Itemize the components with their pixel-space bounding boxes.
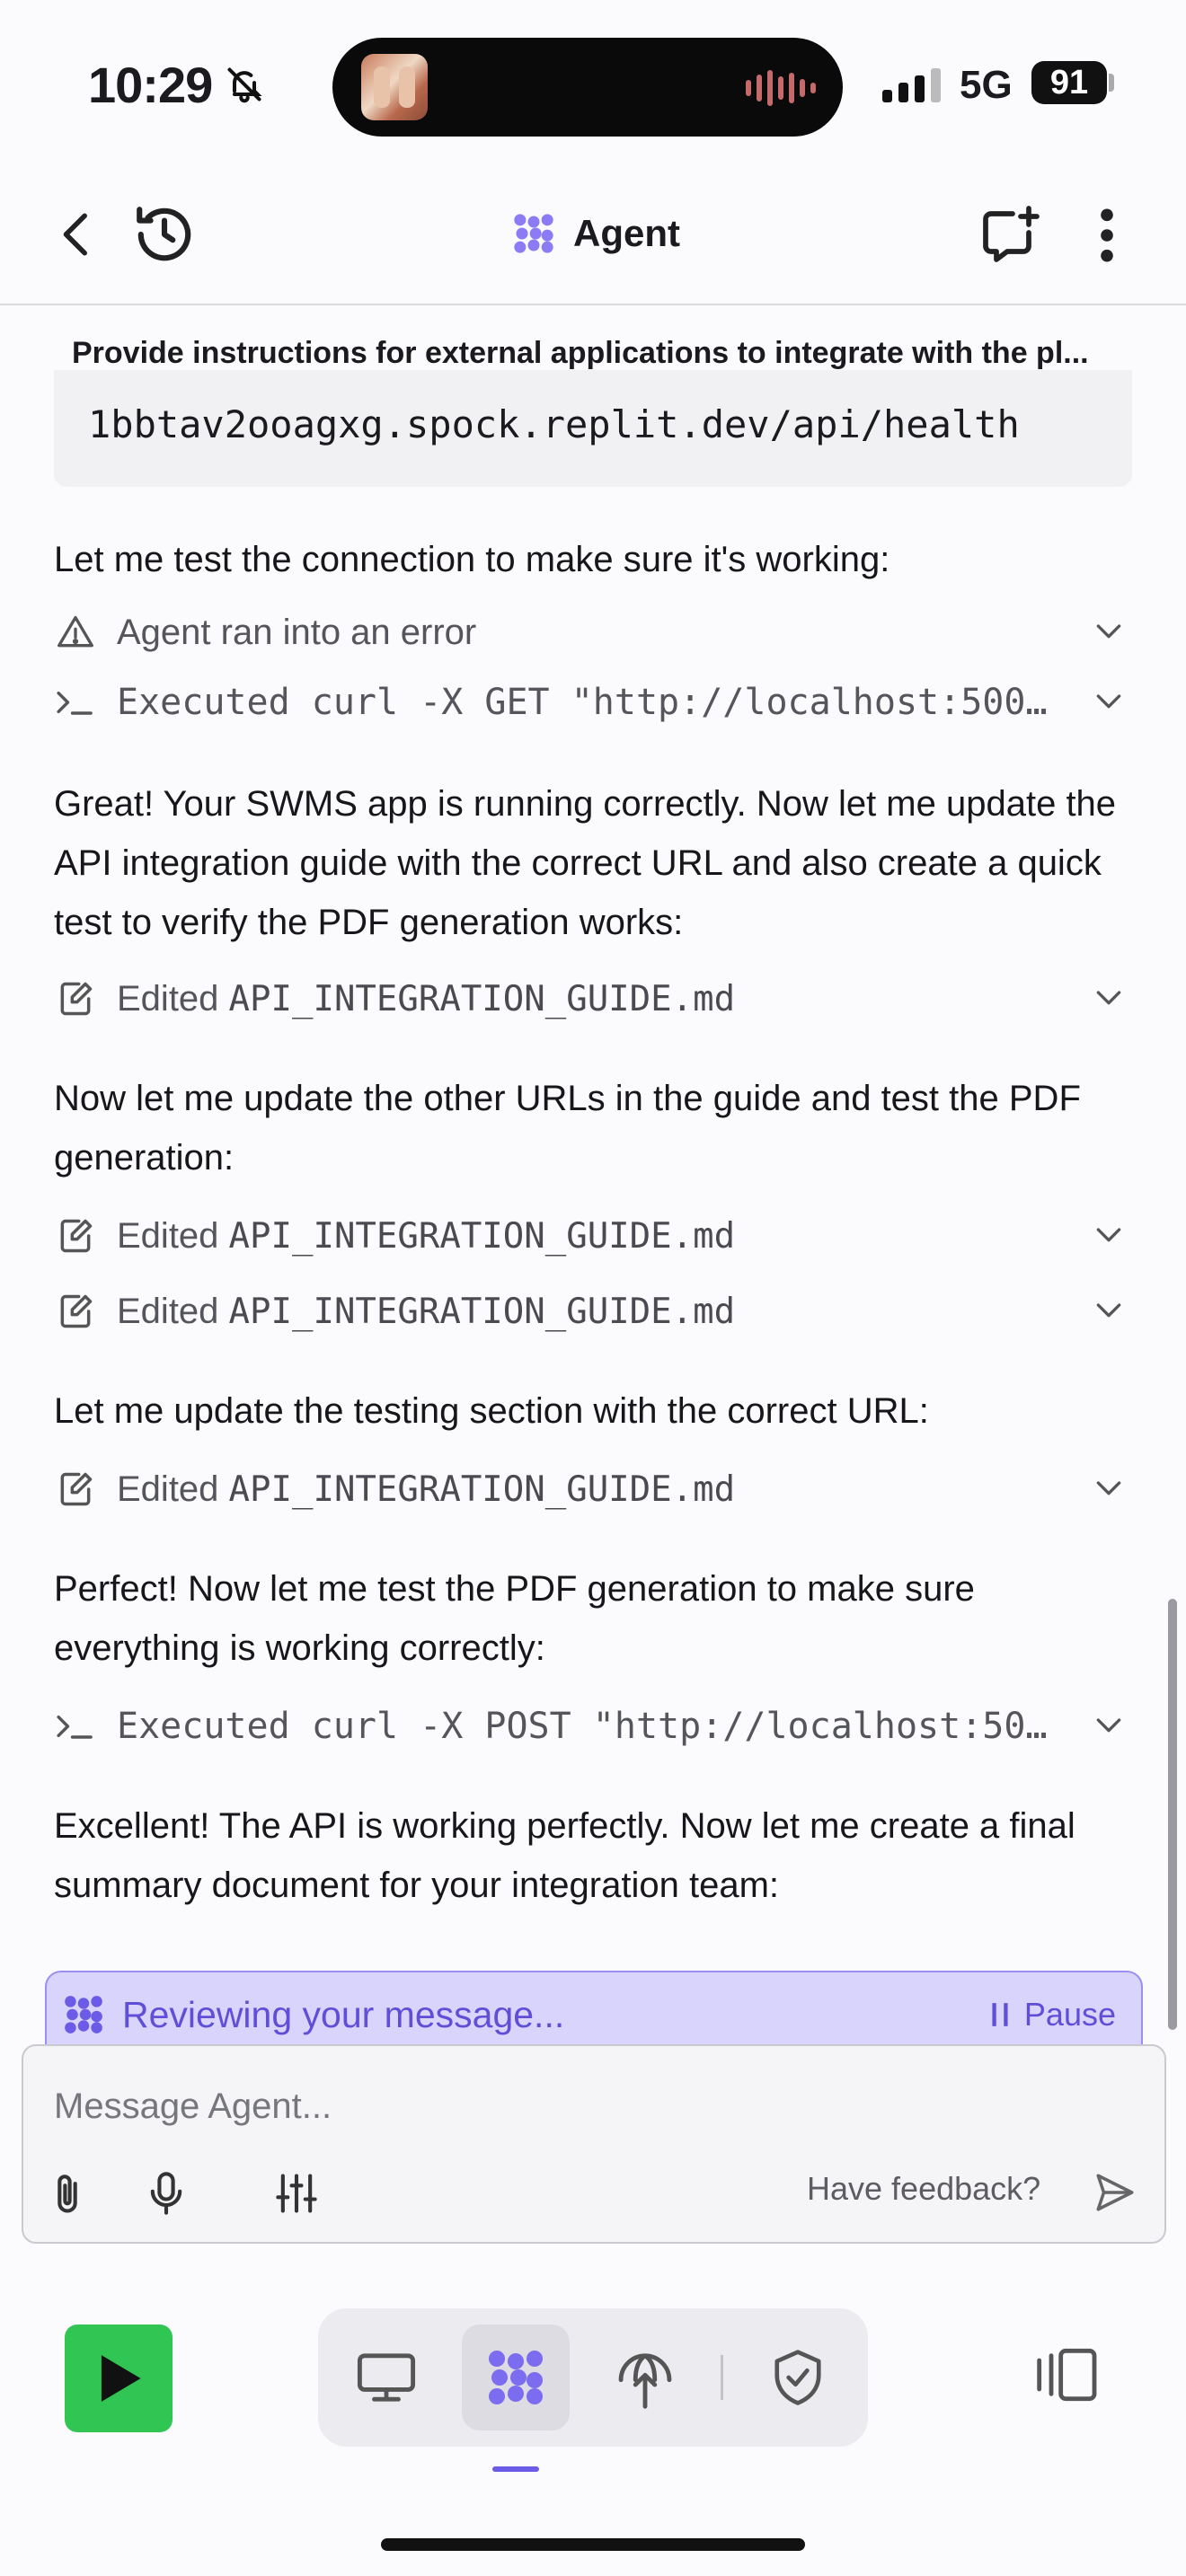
more-options-button[interactable] [1091, 205, 1123, 266]
chat-scrollbar[interactable] [1168, 1599, 1177, 2030]
agent-logo-icon [61, 1992, 106, 2037]
network-label: 5G [960, 63, 1013, 107]
history-button[interactable] [131, 201, 198, 268]
error-row-label: Agent ran into an error [117, 612, 477, 652]
audio-wave-icon [746, 70, 816, 106]
play-icon [93, 2351, 144, 2405]
chevron-down-icon [1091, 979, 1127, 1015]
edit-file-icon [54, 977, 97, 1020]
page-title-text: Agent [573, 212, 680, 254]
message-composer: Have feedback? [22, 2044, 1166, 2244]
page-title[interactable]: Agent [510, 210, 680, 257]
agent-logo-icon [510, 210, 557, 257]
header-divider [0, 304, 1186, 305]
executed-command-label: Executed curl -X GET "http://localhost:5… [117, 682, 1051, 723]
executed-command-row[interactable]: Executed curl -X GET "http://localhost:5… [54, 675, 1132, 729]
status-time: 10:29 [88, 57, 213, 113]
pause-button[interactable]: Pause [990, 1996, 1116, 2033]
warning-icon [54, 611, 97, 654]
home-indicator[interactable] [381, 2538, 805, 2551]
feedback-link[interactable]: Have feedback? [807, 2170, 1040, 2208]
agent-message: Great! Your SWMS app is running correctl… [54, 784, 1117, 942]
dock-divider [721, 2355, 723, 2400]
send-button[interactable] [1093, 2170, 1137, 2215]
context-title: Provide instructions for external applic… [72, 336, 1089, 370]
layout-toggle-button[interactable] [1031, 2346, 1100, 2404]
battery-indicator: 91 [1031, 61, 1107, 104]
chevron-down-icon [1091, 613, 1127, 648]
security-tab[interactable] [744, 2325, 852, 2430]
reviewing-label: Reviewing your message... [122, 1994, 565, 2035]
edit-file-icon [54, 1214, 97, 1257]
chevron-down-icon [1091, 683, 1127, 719]
executed-command-label: Executed curl -X POST "http://localhost:… [117, 1706, 1051, 1747]
new-chat-button[interactable] [978, 203, 1042, 268]
edited-prefix: Edited [117, 1215, 219, 1256]
edited-filename: API_INTEGRATION_GUIDE.md [228, 1291, 736, 1332]
edited-file-row[interactable]: Edited API_INTEGRATION_GUIDE.md [54, 1462, 1132, 1516]
code-block: 1bbtav2ooagxg.spock.replit.dev/api/healt… [54, 370, 1132, 487]
edit-file-icon [54, 1290, 97, 1333]
pause-icon [990, 2001, 1010, 2028]
executed-command-row[interactable]: Executed curl -X POST "http://localhost:… [54, 1699, 1132, 1753]
microphone-button[interactable] [146, 2170, 187, 2217]
workspace-dock [318, 2308, 868, 2447]
dynamic-island[interactable] [332, 38, 843, 137]
edit-file-icon [54, 1468, 97, 1511]
deploy-tab[interactable] [591, 2325, 699, 2430]
chevron-down-icon [1091, 1707, 1127, 1742]
edited-prefix: Edited [117, 978, 219, 1019]
run-button[interactable] [65, 2325, 173, 2432]
now-playing-thumbnail [361, 54, 428, 120]
error-row[interactable]: Agent ran into an error [54, 605, 1132, 659]
back-button[interactable] [56, 208, 97, 260]
agent-tab[interactable] [462, 2325, 570, 2430]
signal-icon [882, 68, 941, 102]
agent-message: Let me test the connection to make sure … [54, 540, 890, 579]
message-input[interactable] [52, 2078, 1134, 2134]
terminal-icon [54, 1705, 97, 1748]
chevron-down-icon [1091, 1469, 1127, 1505]
edited-prefix: Edited [117, 1291, 219, 1331]
code-line: 1bbtav2ooagxg.spock.replit.dev/api/healt… [88, 402, 1020, 446]
terminal-icon [54, 681, 97, 724]
edited-file-row[interactable]: Edited API_INTEGRATION_GUIDE.md [54, 972, 1132, 1026]
preview-tab[interactable] [332, 2325, 440, 2430]
chevron-down-icon [1091, 1216, 1127, 1252]
pause-label: Pause [1023, 1996, 1116, 2033]
attach-button[interactable] [47, 2170, 88, 2217]
chevron-down-icon [1091, 1292, 1127, 1328]
battery-tip [1109, 74, 1114, 92]
edited-filename: API_INTEGRATION_GUIDE.md [228, 978, 736, 1019]
edited-filename: API_INTEGRATION_GUIDE.md [228, 1215, 736, 1257]
silent-bell-icon [225, 65, 264, 104]
agent-message: Now let me update the other URLs in the … [54, 1079, 1081, 1178]
settings-sliders-button[interactable] [273, 2170, 320, 2217]
active-tab-indicator [492, 2466, 539, 2472]
agent-message: Excellent! The API is working perfectly.… [54, 1806, 1075, 1905]
agent-message: Perfect! Now let me test the PDF generat… [54, 1569, 975, 1668]
edited-file-row[interactable]: Edited API_INTEGRATION_GUIDE.md [54, 1209, 1132, 1263]
edited-prefix: Edited [117, 1469, 219, 1509]
edited-filename: API_INTEGRATION_GUIDE.md [228, 1469, 736, 1510]
edited-file-row[interactable]: Edited API_INTEGRATION_GUIDE.md [54, 1284, 1132, 1338]
agent-message: Let me update the testing section with t… [54, 1391, 929, 1431]
